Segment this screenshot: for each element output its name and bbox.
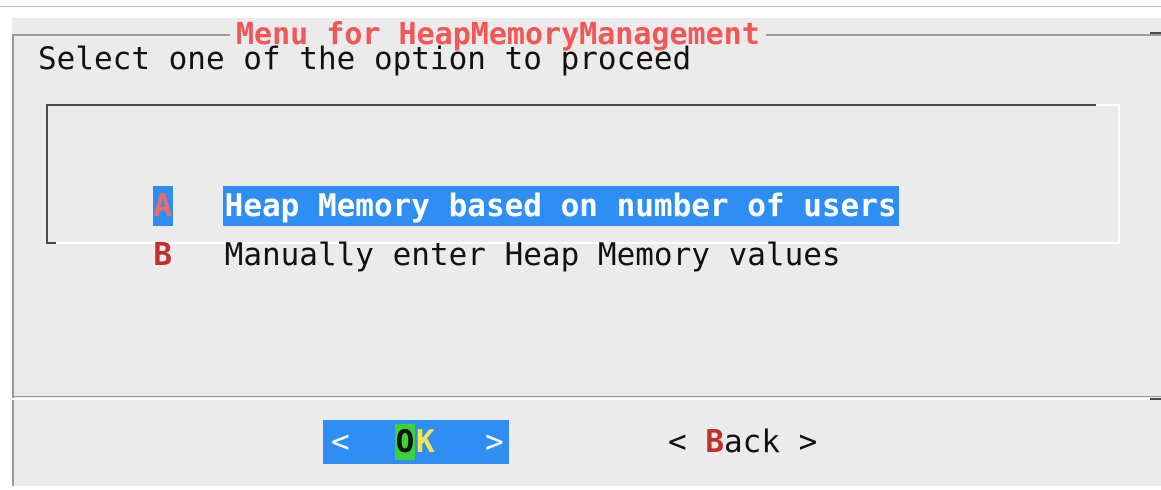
list-border-left [46,104,48,244]
dialog-prompt: Select one of the option to proceed [38,41,692,77]
back-button-bracket-close: > [780,424,818,460]
top-divider [0,6,1161,7]
list-border-right [1118,104,1120,244]
back-button[interactable]: < Back > [668,420,817,464]
menu-item-b[interactable]: B Manually enter Heap Memory values [78,195,843,273]
button-area-divider-shadow [12,396,1161,397]
ok-button-label-rest: K [416,424,435,460]
terminal-screen: Menu for HeapMemoryManagement Select one… [0,0,1161,490]
back-button-hotkey: B [705,424,724,460]
list-border-top [46,104,1096,106]
right-edge-tick-top [1150,32,1161,34]
menu-item-label: Manually enter Heap Memory values [224,237,841,273]
list-border-top-highlight [1096,104,1120,106]
ok-button-bracket-open: < [331,424,350,460]
back-button-bracket-open: < [668,424,706,460]
ok-button[interactable]: < O K > [323,420,509,464]
menu-item-tag: B [153,237,172,273]
back-button-label-rest: ack [724,424,780,460]
button-area-divider [12,398,1161,400]
list-border-bottom-corner [46,242,56,244]
menu-item-a[interactable]: A Heap Memory based on number of users [78,146,899,226]
dialog-border-left [12,34,14,486]
ok-button-hotkey: O [395,424,415,460]
right-edge-tick-bottom [1150,398,1161,400]
ok-button-bracket-close: > [485,424,504,460]
